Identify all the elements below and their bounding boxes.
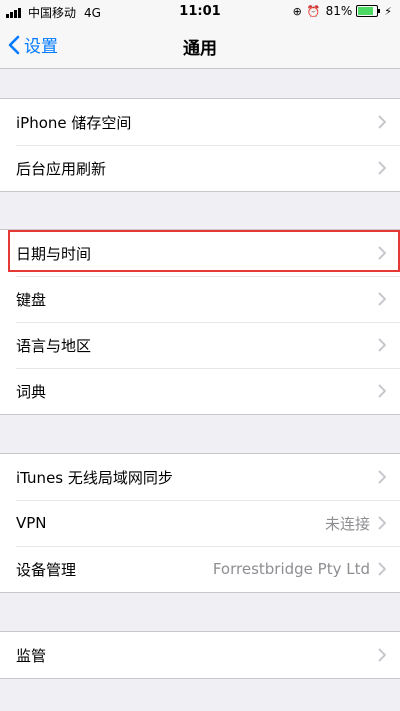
settings-group-input: 日期与时间 键盘 语言与地区 词典 <box>0 229 400 415</box>
row-iphone-storage[interactable]: iPhone 储存空间 <box>0 99 400 145</box>
row-supervision[interactable]: 监管 <box>0 632 400 678</box>
row-label: 设备管理 <box>16 560 77 579</box>
battery-icon <box>356 5 381 17</box>
row-value: 未连接 <box>324 514 370 533</box>
charging-icon: ⚡ <box>384 4 392 18</box>
chevron-right-icon <box>378 470 386 484</box>
row-label: 监管 <box>16 646 47 665</box>
chevron-right-icon <box>378 516 386 530</box>
chevron-right-icon <box>378 384 386 398</box>
settings-group-sync: iTunes 无线局域网同步 VPN 未连接 设备管理 Forrestbridg… <box>0 453 400 593</box>
chevron-right-icon <box>378 562 386 576</box>
chevron-right-icon <box>378 161 386 175</box>
battery-percent: 81% <box>325 4 353 18</box>
row-label: iPhone 储存空间 <box>16 113 132 132</box>
chevron-right-icon <box>378 648 386 662</box>
row-dictionary[interactable]: 词典 <box>0 368 400 414</box>
status-right: ⊕ ⏰ 81% ⚡ <box>293 4 392 18</box>
settings-group-supervision: 监管 <box>0 631 400 679</box>
page-title: 通用 <box>183 39 217 59</box>
row-label: 词典 <box>16 382 47 401</box>
row-label: iTunes 无线局域网同步 <box>16 468 173 487</box>
row-value: Forrestbridge Pty Ltd <box>212 560 370 578</box>
row-date-time[interactable]: 日期与时间 <box>0 230 400 276</box>
settings-group-storage: iPhone 储存空间 后台应用刷新 <box>0 98 400 192</box>
alarm-icon: ⏰ <box>306 4 321 18</box>
chevron-right-icon <box>378 115 386 129</box>
row-label: 日期与时间 <box>16 244 92 263</box>
row-language-region[interactable]: 语言与地区 <box>0 322 400 368</box>
navigation-bar: 设置 通用 <box>0 24 400 69</box>
row-label: VPN <box>16 514 47 532</box>
row-keyboard[interactable]: 键盘 <box>0 276 400 322</box>
chevron-right-icon <box>378 338 386 352</box>
row-label: 后台应用刷新 <box>16 159 107 178</box>
row-itunes-wifi-sync[interactable]: iTunes 无线局域网同步 <box>0 454 400 500</box>
chevron-right-icon <box>378 246 386 260</box>
row-vpn[interactable]: VPN 未连接 <box>0 500 400 546</box>
rotation-lock-icon: ⊕ <box>292 4 302 18</box>
chevron-right-icon <box>378 292 386 306</box>
battery-level <box>358 7 373 15</box>
row-label: 语言与地区 <box>16 336 92 355</box>
row-device-management[interactable]: 设备管理 Forrestbridge Pty Ltd <box>0 546 400 592</box>
row-label: 键盘 <box>16 290 47 309</box>
row-background-refresh[interactable]: 后台应用刷新 <box>0 145 400 191</box>
status-bar: 中国移动 4G 11:01 ⊕ ⏰ 81% ⚡ <box>0 0 400 24</box>
